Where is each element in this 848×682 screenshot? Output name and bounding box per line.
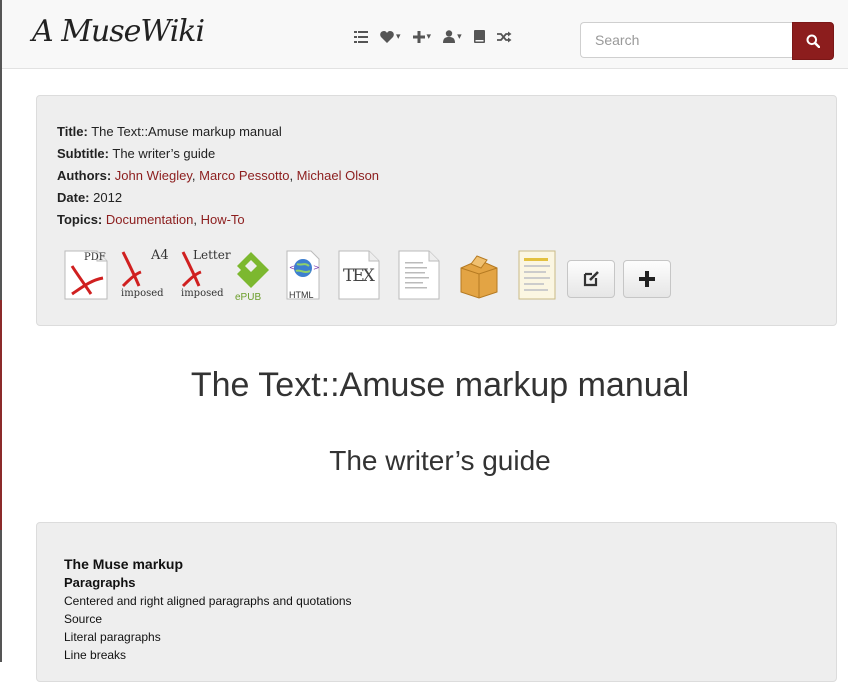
page-title: The Text::Amuse markup manual (190, 366, 690, 404)
author-link[interactable]: Marco Pessotto (199, 168, 289, 183)
meta-date: 2012 (93, 190, 123, 205)
add-to-bookbuilder-button[interactable] (623, 260, 671, 298)
document-icon (518, 250, 556, 300)
list-icon[interactable] (354, 30, 368, 43)
toc-item[interactable]: Line breaks (64, 646, 352, 664)
search-button[interactable] (792, 22, 834, 60)
window-left-edge-accent (0, 300, 2, 530)
search-icon (806, 34, 820, 48)
meta-authors-row: Authors: John Wiegley, Marco Pessotto, M… (57, 165, 379, 187)
plain-text-download[interactable] (397, 250, 441, 305)
heart-icon[interactable]: ▾ (380, 30, 401, 43)
edit-button[interactable] (567, 260, 615, 298)
tex-download[interactable]: TEX (337, 250, 381, 305)
topic-link[interactable]: Documentation (106, 212, 193, 227)
text-file-icon (398, 250, 440, 300)
author-link[interactable]: Michael Olson (297, 168, 379, 183)
plus-icon[interactable]: ▾ (412, 30, 432, 43)
pdf-download[interactable]: PDF (63, 250, 109, 305)
table-of-contents: The Muse markup Paragraphs Centered and … (36, 522, 837, 682)
date-label: Date: (57, 190, 90, 205)
site-logo[interactable]: A MuseWiki (32, 14, 205, 49)
subtitle-label: Subtitle: (57, 146, 109, 161)
toc-item[interactable]: Source (64, 610, 352, 628)
meta-topics-row: Topics: Documentation, How-To (57, 209, 379, 231)
tex-label: TEX (343, 266, 375, 286)
epub-download[interactable]: ePUB (231, 250, 271, 303)
html-label: HTML (289, 290, 314, 300)
separator: , (289, 168, 297, 183)
user-icon[interactable]: ▾ (443, 30, 462, 43)
meta-title: The Text::Amuse markup manual (91, 124, 282, 139)
title-label: Title: (57, 124, 88, 139)
book-icon[interactable] (473, 30, 485, 43)
meta-subtitle-row: Subtitle: The writer’s guide (57, 143, 379, 165)
epub-label: ePUB (235, 292, 262, 303)
meta-title-row: Title: The Text::Amuse markup manual (57, 121, 379, 143)
edit-icon (583, 271, 599, 287)
separator: , (193, 212, 201, 227)
package-icon (460, 255, 498, 299)
page-subtitle: The writer’s guide (329, 445, 551, 476)
html-download[interactable]: < > HTML (285, 250, 321, 305)
imposed-label: imposed (181, 288, 224, 299)
epub-icon (237, 252, 269, 288)
letter-imposed-download[interactable]: Letter imposed (179, 248, 231, 299)
text-info-panel: Title: The Text::Amuse markup manual Sub… (36, 95, 837, 326)
search-form (580, 22, 834, 60)
meta-date-row: Date: 2012 (57, 187, 379, 209)
toc-list: The Muse markup Paragraphs Centered and … (64, 555, 352, 664)
toc-item[interactable]: Literal paragraphs (64, 628, 352, 646)
a4-label: A4 (151, 248, 169, 263)
topics-label: Topics: (57, 212, 103, 227)
authors-label: Authors: (57, 168, 112, 183)
chevron-down-icon: ▾ (457, 31, 462, 41)
search-input[interactable] (580, 22, 792, 58)
author-link[interactable]: John Wiegley (115, 168, 192, 183)
pdf-label: PDF (84, 252, 106, 263)
random-icon[interactable] (496, 31, 512, 43)
svg-text:>: > (313, 263, 320, 272)
zip-download[interactable] (457, 250, 501, 305)
imposed-label: imposed (121, 288, 164, 299)
pdf-icon (121, 251, 142, 288)
navbar: A MuseWiki ▾ ▾ ▾ (2, 0, 848, 69)
letter-label: Letter (193, 248, 231, 262)
toc-item[interactable]: Centered and right aligned paragraphs an… (64, 592, 352, 610)
meta-subtitle: The writer’s guide (112, 146, 216, 161)
chevron-down-icon: ▾ (426, 31, 432, 41)
toc-section[interactable]: Paragraphs (64, 574, 352, 592)
topic-link[interactable]: How-To (201, 212, 245, 227)
toc-heading[interactable]: The Muse markup (64, 555, 352, 573)
a4-imposed-download[interactable]: A4 imposed (119, 248, 169, 299)
plus-icon (639, 271, 655, 287)
svg-text:<: < (289, 263, 296, 272)
document-download[interactable] (515, 250, 559, 305)
chevron-down-icon: ▾ (396, 31, 401, 41)
nav-icon-bar: ▾ ▾ ▾ (354, 30, 512, 43)
text-metadata: Title: The Text::Amuse markup manual Sub… (57, 121, 379, 231)
